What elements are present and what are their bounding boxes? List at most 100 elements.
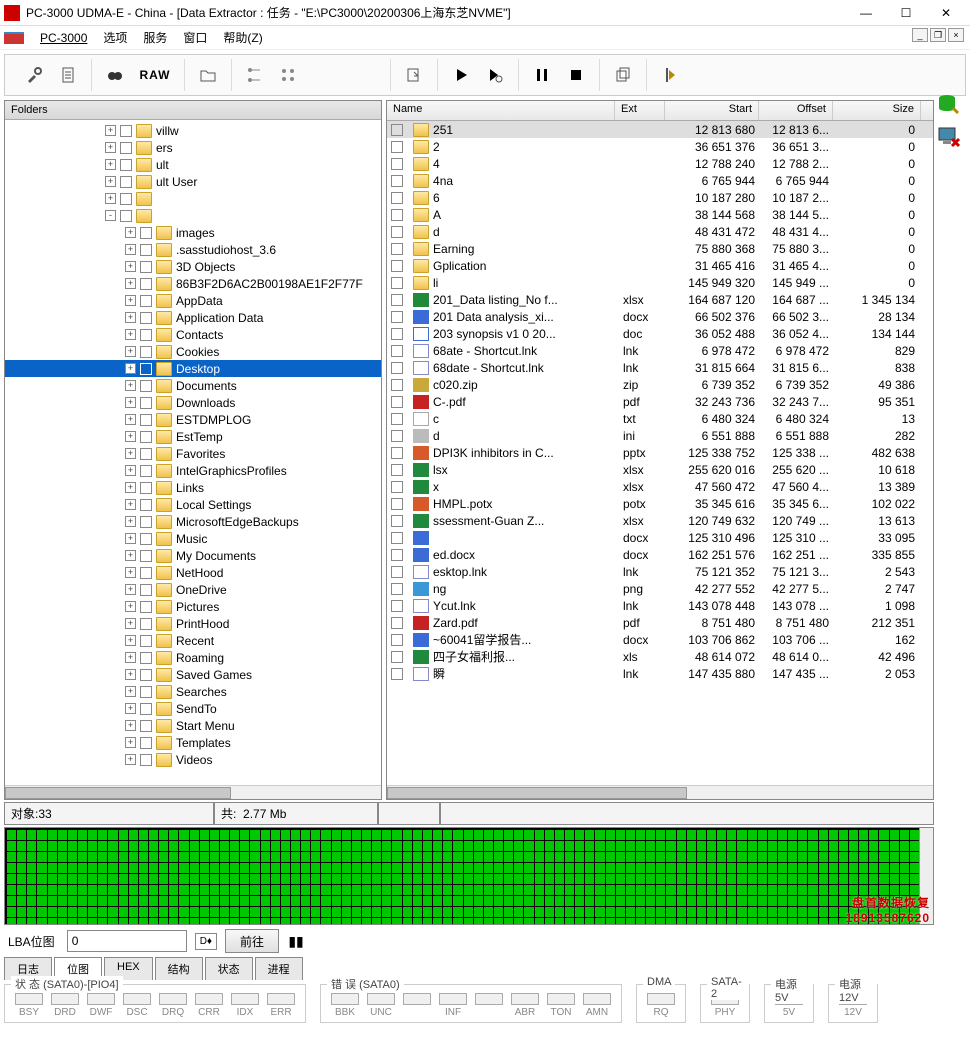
file-row[interactable]: docx125 310 496125 310 ...33 095 [387,529,933,546]
mdi-close-button[interactable]: × [948,28,964,42]
tree-item[interactable]: +EstTemp [5,428,381,445]
menu-pc3000[interactable]: PC-3000 [32,29,95,47]
tree-item[interactable]: +Searches [5,683,381,700]
tree-item[interactable]: +Roaming [5,649,381,666]
file-row[interactable]: 412 788 24012 788 2...0 [387,155,933,172]
menu-service[interactable]: 服务 [135,27,175,48]
tree-item[interactable]: + ers [5,139,381,156]
tree-item[interactable]: +Pictures [5,598,381,615]
file-row[interactable]: ngpng42 277 55242 277 5...2 747 [387,580,933,597]
col-size[interactable]: Size [833,101,921,120]
tab-struct[interactable]: 结构 [155,957,203,980]
list-tree-icon[interactable] [238,60,272,90]
file-row[interactable]: 2 5 112 813 68012 813 6...0 [387,121,933,138]
mdi-minimize-button[interactable]: _ [912,28,928,42]
tree-item[interactable]: +86B3F2D6AC2B00198AE1F2F77F [5,275,381,292]
tree-item[interactable]: +SendTo [5,700,381,717]
lba-input[interactable] [67,930,187,952]
file-row[interactable]: xxlsx47 560 47247 560 4...13 389 [387,478,933,495]
tree-item[interactable]: +MicrosoftEdgeBackups [5,513,381,530]
file-row[interactable]: ctxt6 480 3246 480 32413 [387,410,933,427]
tree-item[interactable]: +Downloads [5,394,381,411]
file-row[interactable]: A38 144 56838 144 5...0 [387,206,933,223]
goto-button[interactable]: 前往 [225,929,279,953]
list-flat-icon[interactable] [272,60,306,90]
lba-unit-icon[interactable]: D♦ [195,933,217,950]
folder-tree[interactable]: + villw+ ers+ ult+ ult User+ - + images+… [5,120,381,785]
file-row[interactable]: 20 3 synopsis v1 0 20...doc36 052 48836 … [387,325,933,342]
file-row[interactable]: G plication31 465 41631 465 4...0 [387,257,933,274]
tree-item[interactable]: +Application Data [5,309,381,326]
binoculars-icon[interactable] [98,60,132,90]
menu-options[interactable]: 选项 [95,27,135,48]
file-row[interactable]: HMPL.potxpotx35 345 61635 345 6...102 02… [387,495,933,512]
file-row[interactable]: 68 ate - Shortcut.lnklnk6 978 4726 978 4… [387,342,933,359]
file-row[interactable]: c 020.zipzip6 739 3526 739 35249 386 [387,376,933,393]
file-row[interactable]: E arning75 880 36875 880 3...0 [387,240,933,257]
tab-process[interactable]: 进程 [255,957,303,980]
tree-item[interactable]: + ult [5,156,381,173]
file-row[interactable]: ssessment-Guan Z...xlsx120 749 632120 74… [387,512,933,529]
file-row[interactable]: 610 187 28010 187 2...0 [387,189,933,206]
sector-map-scrollbar[interactable] [919,828,933,924]
tree-item[interactable]: +My Documents [5,547,381,564]
file-row[interactable]: d48 431 47248 431 4...0 [387,223,933,240]
col-ext[interactable]: Ext [615,101,665,120]
disk-db-icon[interactable] [937,92,961,116]
file-row[interactable]: 瞬lnk147 435 880147 435 ...2 053 [387,665,933,682]
file-list[interactable]: 2 5 112 813 68012 813 6...0236 651 37636… [387,121,933,785]
tree-item[interactable]: +Contacts [5,326,381,343]
document-icon[interactable] [51,60,85,90]
maximize-button[interactable]: ☐ [886,1,926,25]
raw-button[interactable]: RAW [132,60,178,90]
tree-item[interactable]: +Cookies [5,343,381,360]
exit-icon[interactable] [653,60,687,90]
file-row[interactable]: esktop.lnklnk75 121 35275 121 3...2 543 [387,563,933,580]
tree-hscroll[interactable] [5,785,381,799]
stop-icon[interactable] [559,60,593,90]
file-row[interactable]: Y cut.lnklnk143 078 448143 078 ...1 098 [387,597,933,614]
file-row[interactable]: 20 1 Data analysis_xi...docx66 502 37666… [387,308,933,325]
file-row[interactable]: lsxxlsx255 620 016255 620 ...10 618 [387,461,933,478]
file-row[interactable]: Z ard.pdfpdf8 751 4808 751 480212 351 [387,614,933,631]
minimize-button[interactable]: — [846,1,886,25]
export-icon[interactable] [397,60,431,90]
file-row[interactable]: 4 na6 765 9446 765 9440 [387,172,933,189]
col-offset[interactable]: Offset [759,101,833,120]
col-start[interactable]: Start [665,101,759,120]
tree-item[interactable]: +Start Menu [5,717,381,734]
tree-item[interactable]: +Desktop [5,360,381,377]
tree-item[interactable]: +IntelGraphicsProfiles [5,462,381,479]
tree-item[interactable]: +Recent [5,632,381,649]
tree-item[interactable]: + ult User [5,173,381,190]
mdi-restore-button[interactable]: ❐ [930,28,946,42]
tree-item[interactable]: +OneDrive [5,581,381,598]
tree-item[interactable]: +NetHood [5,564,381,581]
file-row[interactable]: 68 date - Shortcut.lnklnk31 815 66431 81… [387,359,933,376]
close-button[interactable]: ✕ [926,1,966,25]
tree-item[interactable]: + images [5,224,381,241]
tree-item[interactable]: + [5,190,381,207]
tree-item[interactable]: +Documents [5,377,381,394]
tools-icon[interactable] [17,60,51,90]
tree-item[interactable]: +AppData [5,292,381,309]
tree-item[interactable]: +ESTDMPLOG [5,411,381,428]
tree-item[interactable]: +Saved Games [5,666,381,683]
tree-item[interactable]: - [5,207,381,224]
file-row[interactable]: li145 949 320145 949 ...0 [387,274,933,291]
monitor-delete-icon[interactable] [937,124,961,148]
tree-item[interactable]: +Links [5,479,381,496]
tree-item[interactable]: +Videos [5,751,381,768]
play-icon[interactable] [444,60,478,90]
menu-window[interactable]: 窗口 [175,27,215,48]
list-hscroll[interactable] [387,785,933,799]
menu-help[interactable]: 帮助(Z) [215,27,270,48]
file-row[interactable]: 四 子女福利报...xls48 614 07248 614 0...42 496 [387,648,933,665]
tree-item[interactable]: +.sasstudiohost_3.6 [5,241,381,258]
pause-icon[interactable] [525,60,559,90]
sector-map[interactable] [4,827,934,925]
play-settings-icon[interactable] [478,60,512,90]
tree-item[interactable]: +Favorites [5,445,381,462]
tree-item[interactable]: +Music [5,530,381,547]
file-row[interactable]: 20 1_Data listing_No f...xlsx164 687 120… [387,291,933,308]
